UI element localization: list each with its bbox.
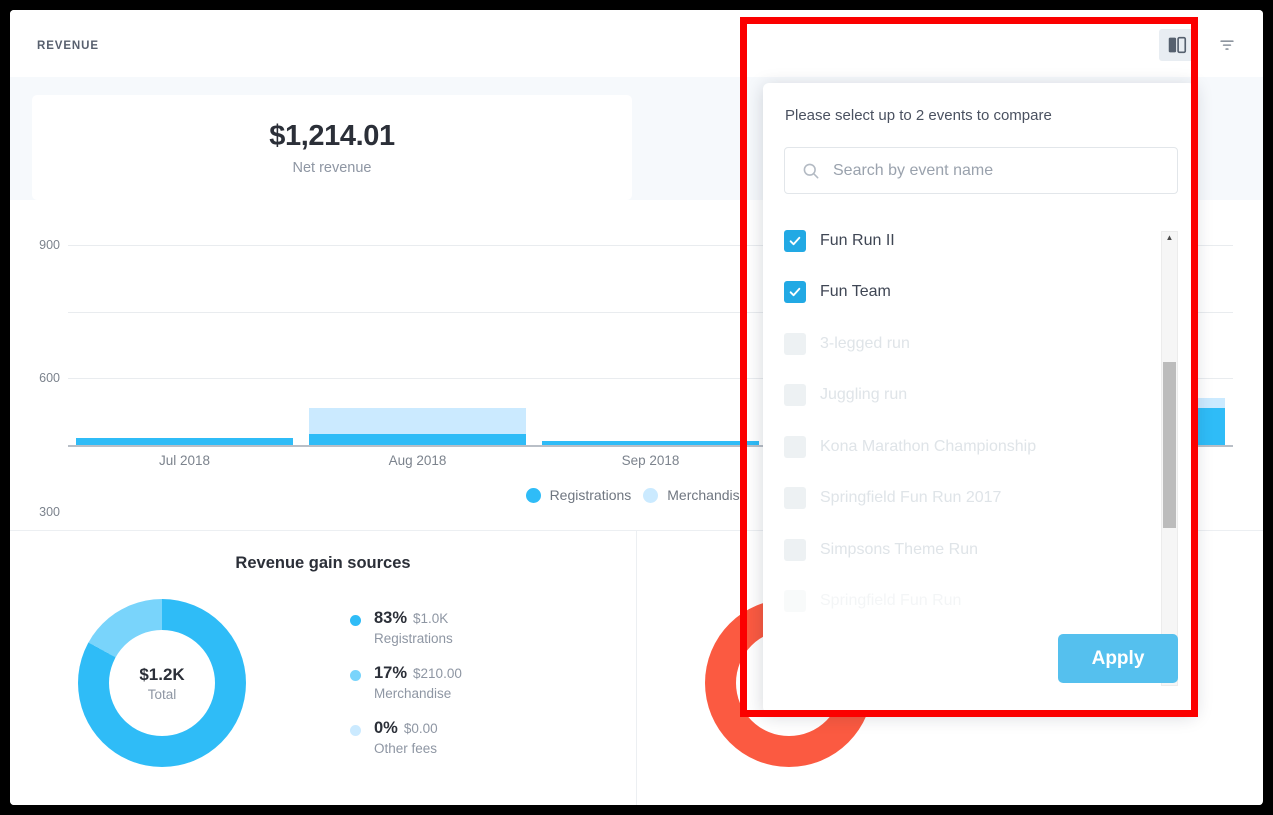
gain-donut-total-value: $1.2K bbox=[139, 664, 185, 684]
chart-legend-label: Registrations bbox=[549, 487, 632, 503]
revenue-dashboard: REVENUE $1,214.01 Net revenue 300 600 90… bbox=[10, 10, 1263, 805]
chart-legend-dot bbox=[643, 487, 659, 503]
chart-legend-item[interactable]: Merchandise bbox=[643, 487, 747, 503]
event-option-label: Springfield Fun Run 2017 bbox=[820, 489, 1002, 507]
gain-donut-total-label: Total bbox=[147, 686, 177, 702]
stat-label: Registrations bbox=[374, 631, 453, 646]
event-option-label: Springfield Fun Run bbox=[820, 592, 962, 610]
screenshot-root: REVENUE $1,214.01 Net revenue 300 600 90… bbox=[0, 0, 1273, 815]
event-option-label: 3-legged run bbox=[820, 334, 910, 352]
event-option-1[interactable]: Fun Run II bbox=[784, 215, 1178, 267]
chart-legend-item[interactable]: Registrations bbox=[525, 487, 632, 503]
chart-y-tick-label: 600 bbox=[39, 371, 60, 386]
chart-bar-segment bbox=[76, 438, 293, 445]
stat-percent: 83% bbox=[374, 609, 408, 627]
compare-split-view-icon[interactable] bbox=[1159, 29, 1195, 61]
event-option-label: Simpsons Theme Run bbox=[820, 540, 978, 558]
stat-percent: 0% bbox=[374, 719, 398, 737]
chart-bar-group[interactable] bbox=[309, 408, 526, 445]
event-compare-popup: Please select up to 2 events to compare … bbox=[763, 83, 1195, 713]
checkbox-icon[interactable] bbox=[784, 384, 806, 407]
event-option-label: Fun Team bbox=[820, 283, 891, 301]
stat-row: 83% $1.0K Registrations bbox=[350, 609, 462, 646]
filter-icon[interactable] bbox=[1209, 29, 1245, 61]
stat-amount: $210.00 bbox=[413, 666, 462, 681]
chart-y-tick-label: 300 bbox=[39, 504, 60, 519]
stat-amount: $0.00 bbox=[403, 721, 438, 736]
checkbox-icon[interactable] bbox=[784, 332, 806, 355]
search-icon bbox=[803, 163, 819, 178]
gain-stats-list: 83% $1.0K Registrations 17% $210.00 Merchandi… bbox=[350, 609, 462, 756]
scrollbar-thumb[interactable] bbox=[1163, 362, 1176, 528]
revenue-header: REVENUE bbox=[10, 10, 1263, 77]
chart-x-tick-label: Jul 2018 bbox=[158, 453, 211, 468]
checkbox-icon[interactable] bbox=[784, 538, 806, 561]
scrollbar-up-arrow[interactable]: ▲ bbox=[1166, 232, 1174, 244]
event-option-label: Fun Run II bbox=[820, 231, 895, 249]
gain-panel-title: Revenue gain sources bbox=[235, 554, 411, 572]
checkbox-icon[interactable] bbox=[784, 435, 806, 458]
checkbox-icon[interactable] bbox=[784, 229, 806, 252]
event-option-list[interactable]: Fun Run II Fun Team 3-legged run Juggling r… bbox=[784, 215, 1178, 621]
chart-bar-group[interactable] bbox=[76, 438, 293, 445]
stat-label: Merchandise bbox=[374, 686, 452, 701]
checkbox-icon[interactable] bbox=[784, 281, 806, 304]
stat-amount: $1.0K bbox=[413, 611, 449, 626]
popup-heading: Please select up to 2 events to compare bbox=[785, 107, 1052, 124]
chart-legend-label: Merchandise bbox=[667, 487, 748, 503]
event-list-scrollbar[interactable]: ▲ ▼ bbox=[1161, 231, 1178, 686]
event-option-2[interactable]: Fun Team bbox=[784, 267, 1178, 319]
chart-bar-segment bbox=[309, 408, 526, 435]
revenue-gain-panel: Revenue gain sources $1.2K Total 83% $1.0… bbox=[10, 531, 636, 805]
search-placeholder: Search by event name bbox=[833, 161, 994, 179]
chart-x-tick-label: Aug 2018 bbox=[388, 453, 447, 468]
event-option-4[interactable]: Juggling run bbox=[784, 370, 1178, 422]
event-option-8[interactable]: Springfield Fun Run bbox=[784, 576, 1178, 622]
stat-row: 17% $210.00 Merchandise bbox=[350, 664, 462, 701]
search-input[interactable]: Search by event name bbox=[784, 147, 1178, 194]
chart-legend-dot bbox=[525, 487, 541, 503]
event-option-label: Juggling run bbox=[820, 386, 908, 404]
gain-donut-chart: $1.2K Total bbox=[78, 599, 246, 767]
event-option-6[interactable]: Springfield Fun Run 2017 bbox=[784, 473, 1178, 525]
apply-button[interactable]: Apply bbox=[1058, 634, 1178, 683]
stat-row: 0% $0.00 Other fees bbox=[350, 719, 462, 756]
checkbox-icon[interactable] bbox=[784, 487, 806, 510]
stat-label: Other fees bbox=[374, 741, 438, 756]
checkbox-icon[interactable] bbox=[784, 590, 806, 613]
chart-bar-segment bbox=[542, 440, 759, 445]
page-title: REVENUE bbox=[37, 40, 99, 52]
chart-y-tick-label: 900 bbox=[39, 238, 60, 252]
net-revenue-card: $1,214.01 Net revenue bbox=[32, 95, 632, 200]
chart-bar-segment bbox=[309, 434, 526, 445]
stat-color-dot bbox=[350, 670, 361, 681]
event-option-5[interactable]: Kona Marathon Championship bbox=[784, 421, 1178, 473]
stat-color-dot bbox=[350, 725, 361, 736]
stat-percent: 17% bbox=[374, 664, 408, 682]
net-revenue-label: Net revenue bbox=[292, 159, 372, 176]
chart-bar-group[interactable] bbox=[542, 440, 759, 445]
header-actions bbox=[1159, 29, 1245, 61]
net-revenue-value: $1,214.01 bbox=[269, 119, 395, 152]
chart-x-tick-label: Sep 2018 bbox=[621, 453, 680, 468]
stat-color-dot bbox=[350, 615, 361, 626]
event-option-3[interactable]: 3-legged run bbox=[784, 318, 1178, 370]
event-option-label: Kona Marathon Championship bbox=[820, 437, 1037, 455]
gain-donut-center: $1.2K Total bbox=[109, 630, 215, 736]
event-option-7[interactable]: Simpsons Theme Run bbox=[784, 524, 1178, 576]
